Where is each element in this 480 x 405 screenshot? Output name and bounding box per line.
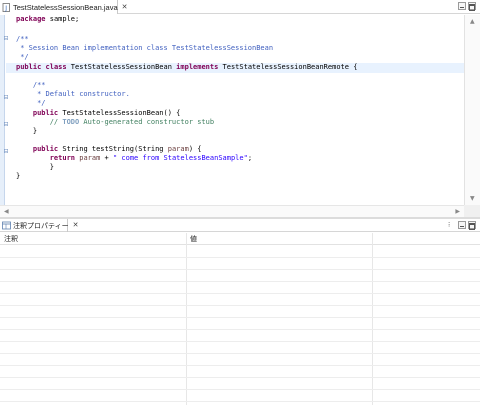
table-row[interactable]: [0, 305, 480, 306]
editor-tab-teststatelesssessionbean[interactable]: J TestStatelessSessionBean.java ✕: [0, 0, 128, 14]
code-line-12: // TODO Auto-generated constructor stub: [16, 118, 215, 126]
code-line-17: }: [16, 163, 54, 171]
table-row[interactable]: [0, 341, 480, 342]
editor-tabbar: J TestStatelessSessionBean.java ✕: [0, 0, 480, 14]
column-header-annotation[interactable]: 注釈: [4, 234, 18, 244]
table-row[interactable]: [0, 269, 480, 270]
java-file-icon: J: [2, 2, 11, 12]
properties-tabbar: 注釈プロパティー ✕ ⁝: [0, 219, 480, 232]
tab-annotation-properties[interactable]: 注釈プロパティー ✕: [0, 219, 78, 232]
table-header: 注釈 値: [0, 233, 480, 245]
table-row[interactable]: [0, 293, 480, 294]
code-line-1: package sample;: [16, 15, 80, 23]
editor-vertical-scrollbar[interactable]: ▲ ▼: [464, 15, 480, 205]
code-line-4: * Session Bean implementation class Test…: [16, 44, 274, 52]
fold-collapse-icon[interactable]: ⊟: [2, 121, 10, 129]
code-line-16: return param + " come from StatelessBean…: [16, 154, 253, 162]
table-row[interactable]: [0, 377, 480, 378]
annotation-properties-table[interactable]: 注釈 値: [0, 233, 480, 405]
code-line-8: /**: [16, 81, 46, 89]
scroll-down-icon[interactable]: ▼: [470, 195, 475, 202]
properties-view-controls: [458, 221, 476, 230]
table-row[interactable]: [0, 257, 480, 258]
code-line-5: */: [16, 53, 29, 61]
fold-collapse-icon[interactable]: ⊟: [2, 35, 10, 43]
editor-horizontal-scrollbar[interactable]: ◀ ▶: [0, 205, 464, 217]
minimize-button[interactable]: [458, 221, 466, 229]
code-line-9: * Default constructor.: [16, 90, 130, 98]
scroll-up-icon[interactable]: ▲: [470, 18, 475, 25]
scroll-left-icon[interactable]: ◀: [4, 208, 9, 215]
java-editor: J TestStatelessSessionBean.java ✕ ⊟ ⊟ ⊟ …: [0, 0, 480, 217]
code-line-10: */: [16, 99, 46, 107]
close-icon[interactable]: ✕: [122, 3, 128, 11]
maximize-button[interactable]: [468, 2, 476, 10]
editor-tab-label: TestStatelessSessionBean.java: [13, 2, 118, 12]
table-row[interactable]: [0, 317, 480, 318]
code-line-13: }: [16, 127, 38, 135]
code-line-18: }: [16, 172, 21, 180]
code-area[interactable]: ⊟ ⊟ ⊟ ⊟ package sample; /** * Session Be…: [3, 15, 464, 205]
svg-text:J: J: [4, 5, 7, 12]
properties-icon: [2, 221, 11, 230]
code-line-3: /**: [16, 35, 29, 43]
fold-collapse-icon[interactable]: ⊟: [2, 94, 10, 102]
table-row[interactable]: [0, 353, 480, 354]
column-header-value[interactable]: 値: [190, 234, 197, 244]
table-row[interactable]: [0, 365, 480, 366]
code-line-15: public String testString(String param) {: [16, 145, 202, 153]
scroll-right-icon[interactable]: ▶: [455, 208, 460, 215]
code-line-11: public TestStatelessSessionBean() {: [16, 109, 181, 117]
annotation-properties-view: 注釈プロパティー ✕ ⁝ 注釈 値: [0, 219, 480, 405]
editor-view-controls: [458, 2, 476, 11]
table-row[interactable]: [0, 401, 480, 402]
view-menu-icon[interactable]: ⁝: [448, 221, 450, 229]
code-line-6: public class TestStatelessSessionBean im…: [16, 63, 358, 71]
table-row[interactable]: [0, 329, 480, 330]
scrollbar-corner: [464, 205, 480, 217]
column-divider: [372, 233, 373, 405]
editor-gutter[interactable]: [0, 15, 5, 205]
table-row[interactable]: [0, 281, 480, 282]
fold-collapse-icon[interactable]: ⊟: [2, 148, 10, 156]
properties-tab-label: 注釈プロパティー: [13, 222, 69, 230]
column-divider: [186, 233, 187, 405]
minimize-button[interactable]: [458, 2, 466, 10]
maximize-button[interactable]: [468, 221, 476, 229]
table-row[interactable]: [0, 389, 480, 390]
close-icon[interactable]: ✕: [73, 222, 79, 229]
